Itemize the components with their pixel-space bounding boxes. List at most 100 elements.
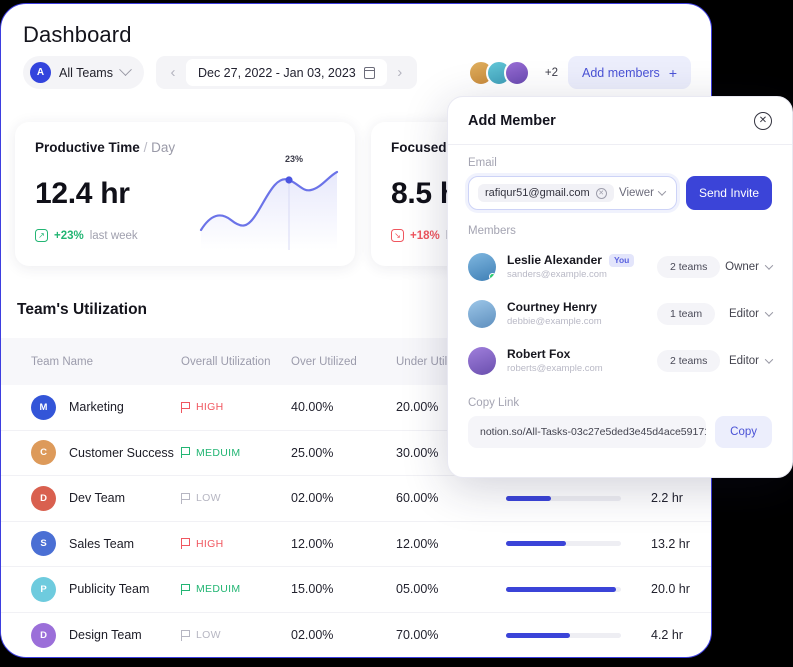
member-role-select[interactable]: Editor — [728, 354, 774, 367]
utilization-flag: MEDUIM — [181, 447, 291, 459]
chevron-right-icon[interactable]: › — [387, 58, 413, 88]
avatar-stack — [467, 59, 530, 86]
chevron-down-icon — [119, 63, 132, 77]
avatar — [468, 252, 496, 281]
team-avatar: P — [31, 576, 56, 602]
column-header-overall-utilization: Overall Utilization — [181, 355, 271, 368]
utilization-section-title: Team's Utilization — [17, 301, 148, 318]
email-label: Email — [468, 157, 497, 169]
member-team-count: 2 teams — [657, 255, 721, 278]
team-name: Publicity Team — [69, 582, 150, 597]
member-email: sanders@example.com — [507, 269, 607, 280]
team-name: Marketing — [69, 400, 124, 415]
trend-down-icon: ↘ — [391, 229, 404, 242]
over-utilized-value: 02.00% — [291, 491, 334, 506]
background-block-bottom-right — [713, 478, 793, 667]
utilization-level: MEDUIM — [196, 446, 241, 459]
copy-link-input[interactable]: notion.so/All-Tasks-03c27e5ded3e45d4ace5… — [468, 416, 707, 448]
flag-icon — [181, 492, 191, 504]
role-select[interactable]: Viewer — [619, 187, 667, 199]
avatar — [468, 299, 496, 328]
stat-card-productive-time: Productive Time / Day 12.4 hr ↗ +23% las… — [15, 122, 355, 266]
over-utilized-value: 12.00% — [291, 536, 334, 551]
copy-link-row: notion.so/All-Tasks-03c27e5ded3e45d4ace5… — [468, 416, 772, 448]
utilization-flag: MEDUIM — [181, 583, 291, 595]
team-avatar: D — [31, 485, 56, 511]
under-utilized-value: 60.00% — [396, 491, 439, 506]
table-row[interactable]: D Design Team LOW 02.00% 70.00% 4.2 hr — [1, 613, 711, 658]
team-selector[interactable]: A All Teams — [23, 56, 144, 89]
flag-icon — [181, 538, 191, 550]
screenshot-stage: Dashboard A All Teams ‹ Dec 27, 2022 - J… — [0, 0, 793, 667]
close-circle-icon[interactable]: ✕ — [754, 111, 772, 130]
chevron-down-icon — [764, 307, 774, 317]
table-row[interactable]: S Sales Team HIGH 12.00% 12.00% 13.2 hr — [1, 522, 711, 567]
copy-link-label: Copy Link — [468, 397, 520, 409]
email-input[interactable]: rafiqur51@gmail.com ✕ Viewer — [468, 176, 677, 210]
flag-icon — [181, 583, 191, 595]
flag-icon — [181, 401, 191, 413]
under-utilized-value: 12.00% — [396, 536, 439, 551]
member-name: Leslie Alexander — [507, 253, 602, 267]
hours-value: 2.2 hr — [651, 491, 683, 506]
chevron-left-icon[interactable]: ‹ — [160, 58, 186, 88]
member-role-value: Owner — [725, 260, 759, 273]
team-avatar: C — [31, 440, 56, 466]
sparkline-chart: 23% — [199, 154, 339, 255]
progress-bar — [506, 541, 621, 547]
table-row[interactable]: P Publicity Team MEDUIM 15.00% 05.00% 20… — [1, 567, 711, 613]
member-row[interactable]: Courtney Henry debbie@example.com 1 team… — [468, 290, 774, 337]
utilization-flag: HIGH — [181, 538, 291, 550]
over-utilized-value: 15.00% — [291, 582, 334, 597]
team-avatar: A — [30, 62, 51, 83]
background-block-left-bottom — [0, 658, 793, 667]
member-team-count: 1 team — [657, 302, 716, 325]
column-header-team-name: Team Name — [31, 355, 93, 368]
flag-icon — [181, 629, 191, 641]
role-select-value: Viewer — [619, 187, 654, 199]
utilization-level: HIGH — [196, 537, 224, 550]
modal-body: Email rafiqur51@gmail.com ✕ Viewer Send … — [448, 145, 792, 448]
team-avatar: D — [31, 622, 56, 648]
team-name: Dev Team — [69, 491, 126, 506]
page-title: Dashboard — [23, 22, 132, 47]
member-role-select[interactable]: Editor — [728, 307, 774, 320]
modal-title: Add Member — [468, 112, 556, 129]
hours-value: 20.0 hr — [651, 582, 690, 597]
member-role-select[interactable]: Owner — [725, 260, 774, 273]
flag-icon — [181, 447, 191, 459]
chevron-down-icon — [657, 187, 667, 196]
member-row[interactable]: Leslie Alexander You sanders@example.com… — [468, 243, 774, 290]
member-name: Courtney Henry — [507, 300, 598, 314]
stat-period: Day — [151, 140, 176, 155]
avatar — [468, 346, 496, 375]
remove-circle-icon[interactable]: ✕ — [595, 187, 607, 199]
add-members-button[interactable]: Add members + — [568, 56, 691, 89]
under-utilized-value: 05.00% — [396, 582, 439, 597]
member-role-value: Editor — [728, 307, 759, 320]
date-range-nav: ‹ Dec 27, 2022 - Jan 03, 2023 › — [155, 56, 417, 89]
member-row[interactable]: Robert Fox roberts@example.com 2 teams E… — [468, 337, 774, 384]
team-avatar: M — [31, 394, 56, 420]
member-name: Robert Fox — [507, 347, 571, 361]
date-range-display[interactable]: Dec 27, 2022 - Jan 03, 2023 — [185, 59, 387, 86]
members-summary: +2 Add members + — [467, 56, 691, 89]
email-chip[interactable]: rafiqur51@gmail.com ✕ — [478, 184, 614, 202]
table-row[interactable]: D Dev Team LOW 02.00% 60.00% 2.2 hr — [1, 476, 711, 522]
stat-delta-value: +18% — [410, 229, 440, 242]
chevron-down-icon — [764, 260, 774, 270]
dashboard-toolbar: A All Teams ‹ Dec 27, 2022 - Jan 03, 202… — [23, 56, 417, 89]
member-role-value: Editor — [728, 354, 759, 367]
send-invite-button[interactable]: Send Invite — [685, 176, 772, 210]
date-range-value: Dec 27, 2022 - Jan 03, 2023 — [197, 65, 356, 80]
over-utilized-value: 40.00% — [291, 400, 334, 415]
avatar-overflow-count: +2 — [544, 66, 558, 79]
utilization-level: HIGH — [196, 401, 224, 414]
email-row: rafiqur51@gmail.com ✕ Viewer Send Invite — [468, 176, 772, 210]
utilization-level: LOW — [196, 492, 221, 505]
members-label: Members — [468, 225, 516, 237]
stat-title: Productive Time — [35, 140, 140, 155]
column-header-over-utilized: Over Utilized — [291, 355, 357, 368]
stat-delta: ↗ +23% last week — [35, 229, 138, 242]
copy-button[interactable]: Copy — [715, 416, 772, 448]
